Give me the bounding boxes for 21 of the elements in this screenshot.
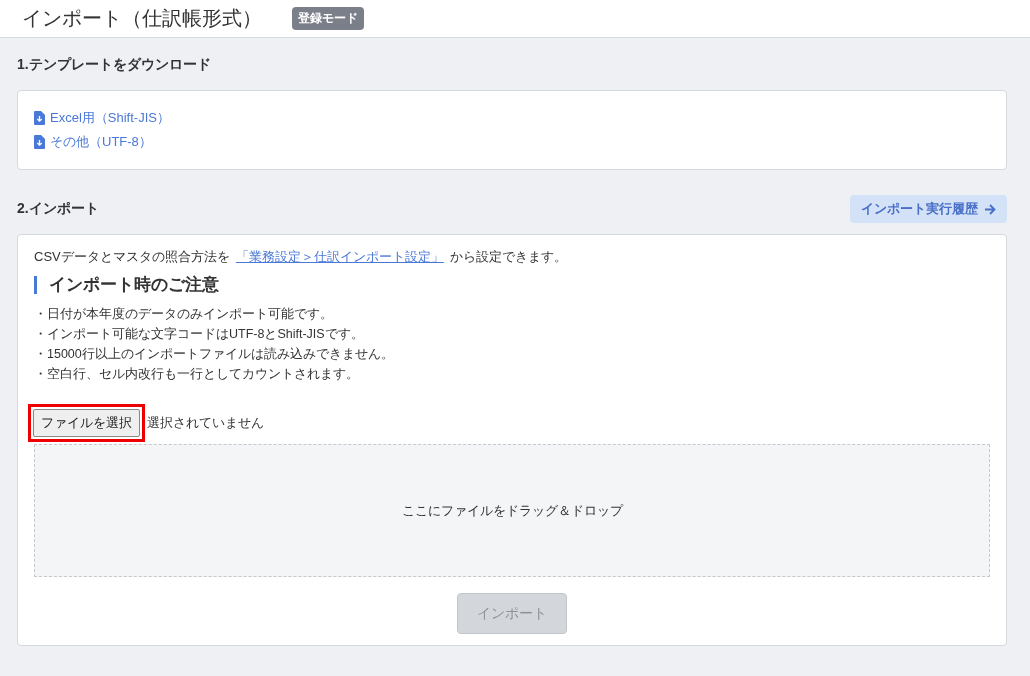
drop-zone[interactable]: ここにファイルをドラッグ＆ドロップ (34, 444, 990, 577)
settings-link[interactable]: 「業務設定＞仕訳インポート設定」 (235, 249, 444, 264)
section-title: 2.インポート (17, 200, 99, 218)
page-title: インポート（仕訳帳形式） (22, 6, 262, 31)
arrow-right-icon (984, 203, 996, 215)
notice-item: ・15000行以上のインポートファイルは読み込みできません。 (34, 346, 395, 363)
notice-item: ・日付が本年度のデータのみインポート可能です。 (34, 306, 334, 323)
notice-item: ・空白行、セル内改行も一行としてカウントされます。 (34, 366, 360, 383)
notice-heading: インポート時のご注意 (34, 276, 990, 294)
intro-text: CSVデータとマスタの照合方法を 「業務設定＞仕訳インポート設定」 から設定できます。 (34, 248, 568, 266)
notice-item: ・インポート可能な文字コードはUTF-8とShift-JISです。 (34, 326, 365, 343)
file-status: 選択されていません (147, 414, 264, 432)
section-title: 1.テンプレートをダウンロード (17, 56, 211, 74)
import-history-button[interactable]: インポート実行履歴 (850, 195, 1007, 223)
choose-file-button[interactable]: ファイルを選択 (33, 409, 140, 437)
download-link[interactable]: Excel用（Shift-JIS） (34, 109, 990, 127)
file-download-icon (34, 135, 45, 149)
mode-badge: 登録モード (292, 7, 364, 30)
file-download-icon (34, 111, 45, 125)
download-link[interactable]: その他（UTF-8） (34, 133, 990, 151)
drop-hint: ここにファイルをドラッグ＆ドロップ (401, 501, 623, 520)
